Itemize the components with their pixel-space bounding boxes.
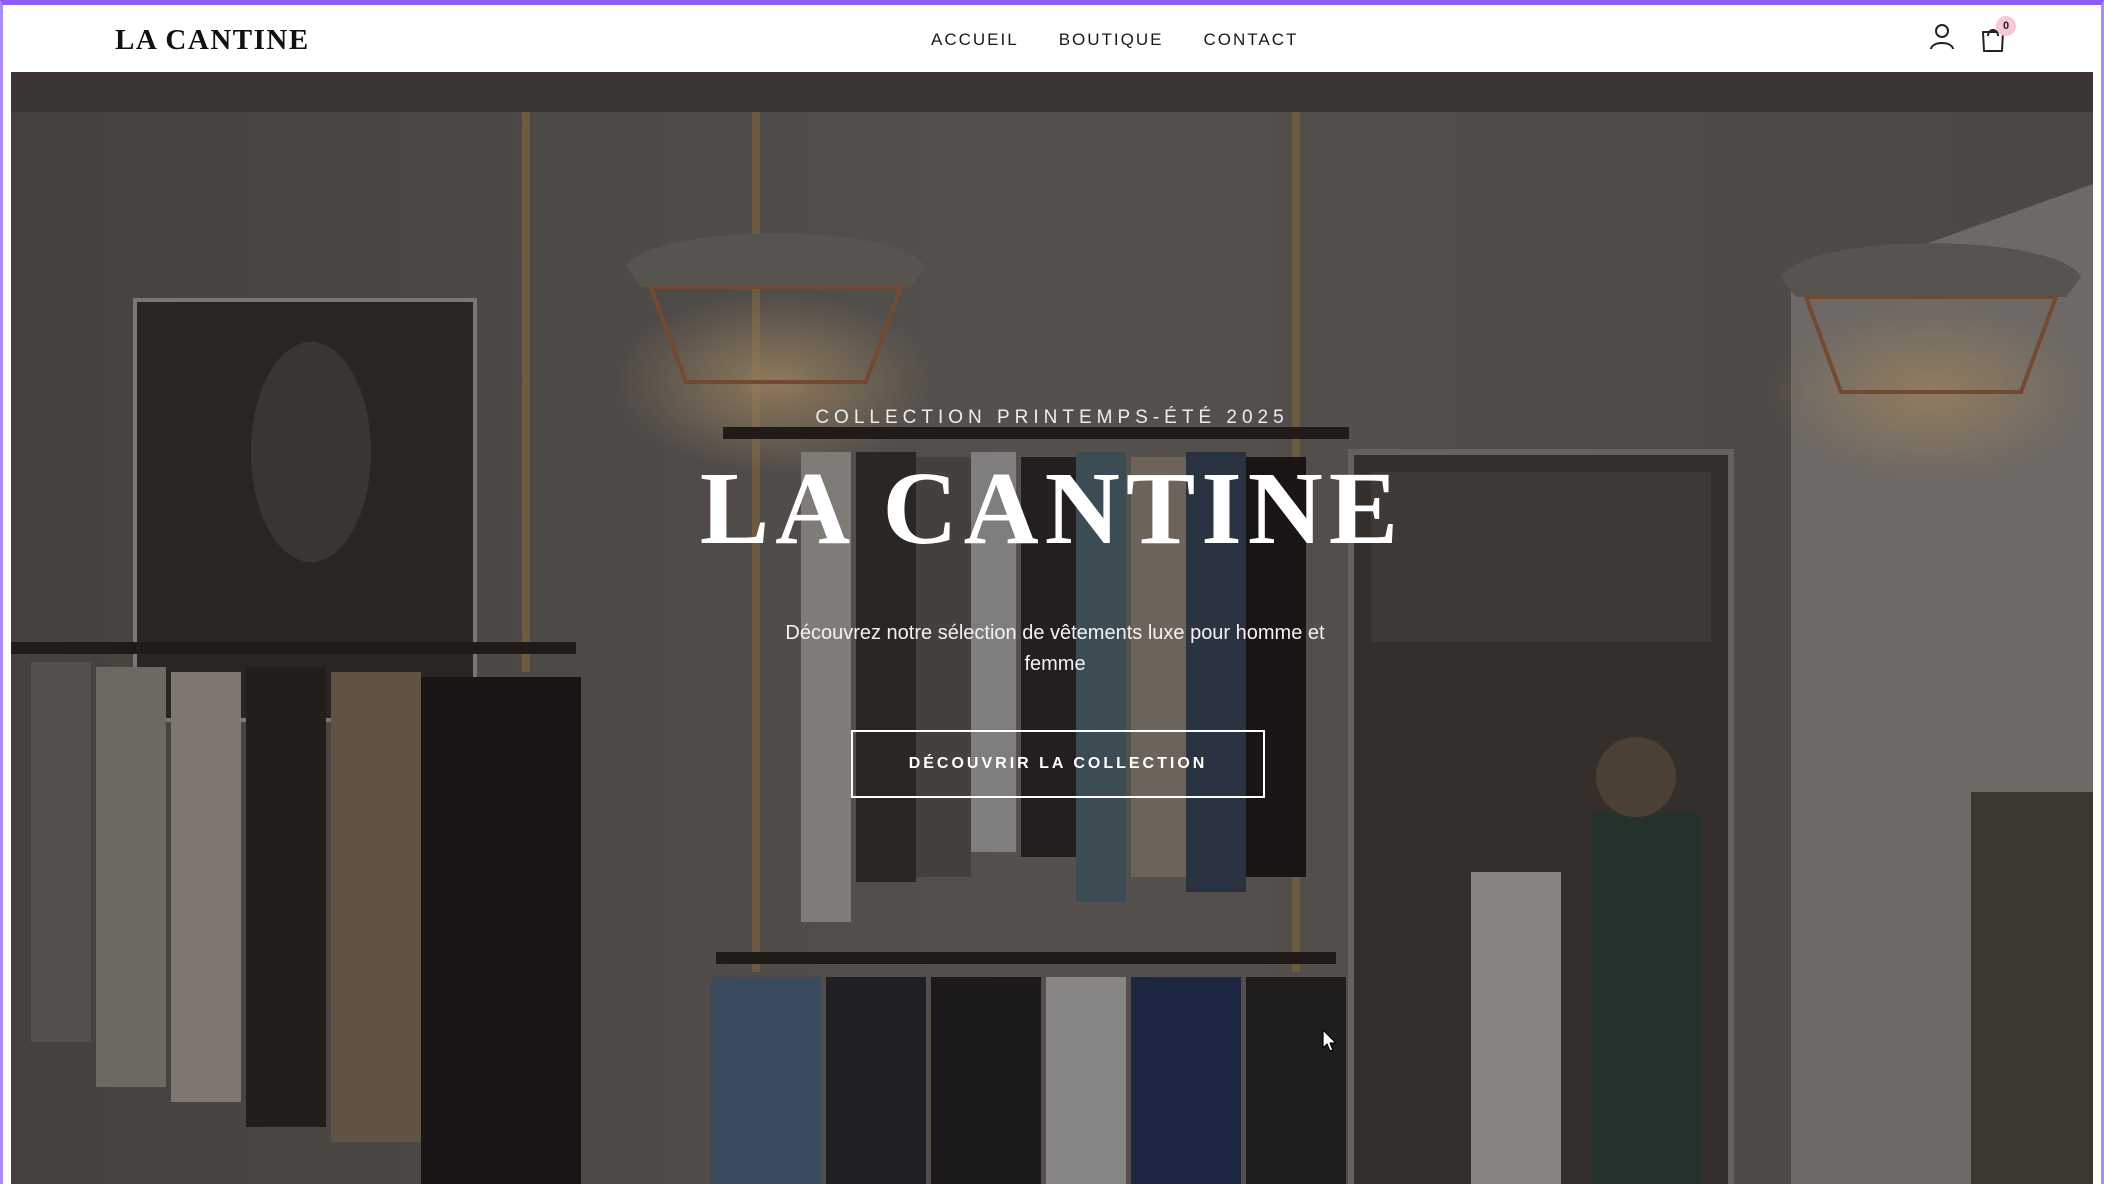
site-logo[interactable]: LA CANTINE [115, 24, 310, 57]
main-nav: ACCUEIL BOUTIQUE CONTACT [931, 30, 1298, 50]
hero-subtitle: Découvrez notre sélection de vêtements l… [785, 622, 1325, 675]
hero-section: COLLECTION PRINTEMPS-ÉTÉ 2025 LA CANTINE… [11, 72, 2093, 1184]
user-icon[interactable] [1929, 23, 1955, 51]
nav-boutique[interactable]: BOUTIQUE [1059, 30, 1164, 50]
discover-collection-button[interactable]: DÉCOUVRIR LA COLLECTION [851, 730, 1265, 798]
nav-accueil[interactable]: ACCUEIL [931, 30, 1019, 50]
nav-contact[interactable]: CONTACT [1203, 30, 1298, 50]
hero-eyebrow: COLLECTION PRINTEMPS-ÉTÉ 2025 [815, 407, 1289, 428]
mouse-cursor-icon [1322, 1029, 1337, 1052]
site-header: LA CANTINE ACCUEIL BOUTIQUE CONTACT 0 [11, 10, 2093, 72]
browser-viewport: LA CANTINE ACCUEIL BOUTIQUE CONTACT 0 CO… [0, 0, 2104, 1184]
cart-count-badge: 0 [1996, 16, 2016, 36]
hero-title: LA CANTINE [699, 451, 1405, 566]
